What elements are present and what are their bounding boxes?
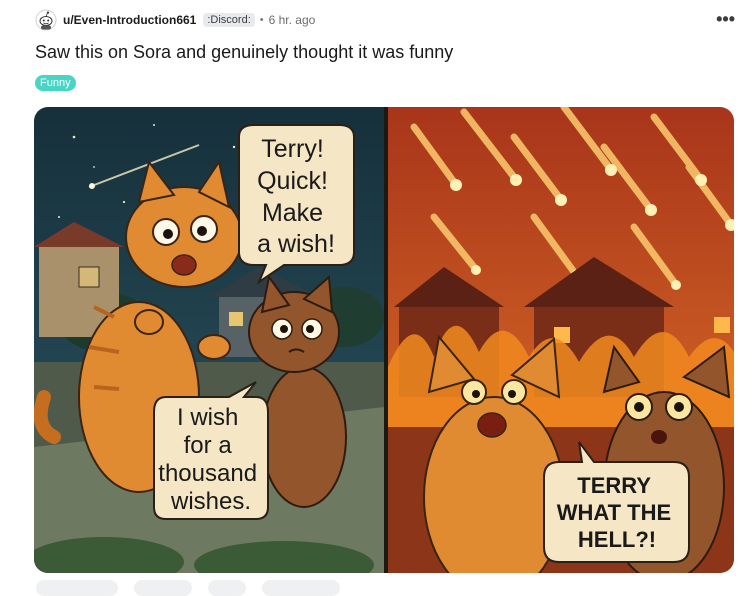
bubble-line: for a <box>184 432 233 459</box>
bubble-line: a wish! <box>257 230 335 258</box>
post-timestamp: 6 hr. ago <box>268 13 316 27</box>
post-action-bar <box>36 580 340 596</box>
bubble-line: TERRY <box>577 473 651 498</box>
post-flair-tag[interactable]: Funny <box>35 75 76 91</box>
bubble-line: thousand <box>158 460 257 487</box>
bubble-line: Quick! <box>257 167 328 195</box>
speech-bubble-quick-wish: Terry! Quick! Make a wish! <box>238 124 355 285</box>
bubble-line: wishes. <box>170 488 251 515</box>
speech-bubble-thousand-wishes: I wish for a thousand wishes. <box>153 381 269 520</box>
bubble-line: WHAT THE <box>557 500 671 525</box>
user-flair-badge: :Discord: <box>203 13 255 27</box>
comic-panel-night: Terry! Quick! Make a wish! I wish for a … <box>34 107 384 573</box>
comments-button[interactable] <box>134 580 192 596</box>
comic-image: Terry! Quick! Make a wish! I wish for a … <box>34 107 734 573</box>
award-button[interactable] <box>208 580 246 596</box>
header-separator: • <box>259 14 264 26</box>
user-avatar-icon[interactable] <box>35 9 57 31</box>
bubble-line: I wish <box>177 404 238 431</box>
comic-panel-fire: TERRY WHAT THE HELL?! <box>388 107 734 573</box>
share-button[interactable] <box>262 580 340 596</box>
bubble-line: Terry! <box>261 135 324 163</box>
bubble-line: HELL?! <box>578 527 656 552</box>
post-username[interactable]: u/Even-Introduction661 <box>63 13 196 27</box>
post-title[interactable]: Saw this on Sora and genuinely thought i… <box>35 42 453 63</box>
more-options-icon[interactable]: ••• <box>716 10 735 28</box>
post-image[interactable]: Terry! Quick! Make a wish! I wish for a … <box>34 107 734 573</box>
bubble-line: Make <box>262 199 323 227</box>
vote-button-group[interactable] <box>36 580 118 596</box>
post-header: u/Even-Introduction661 :Discord: • 6 hr.… <box>35 8 315 32</box>
